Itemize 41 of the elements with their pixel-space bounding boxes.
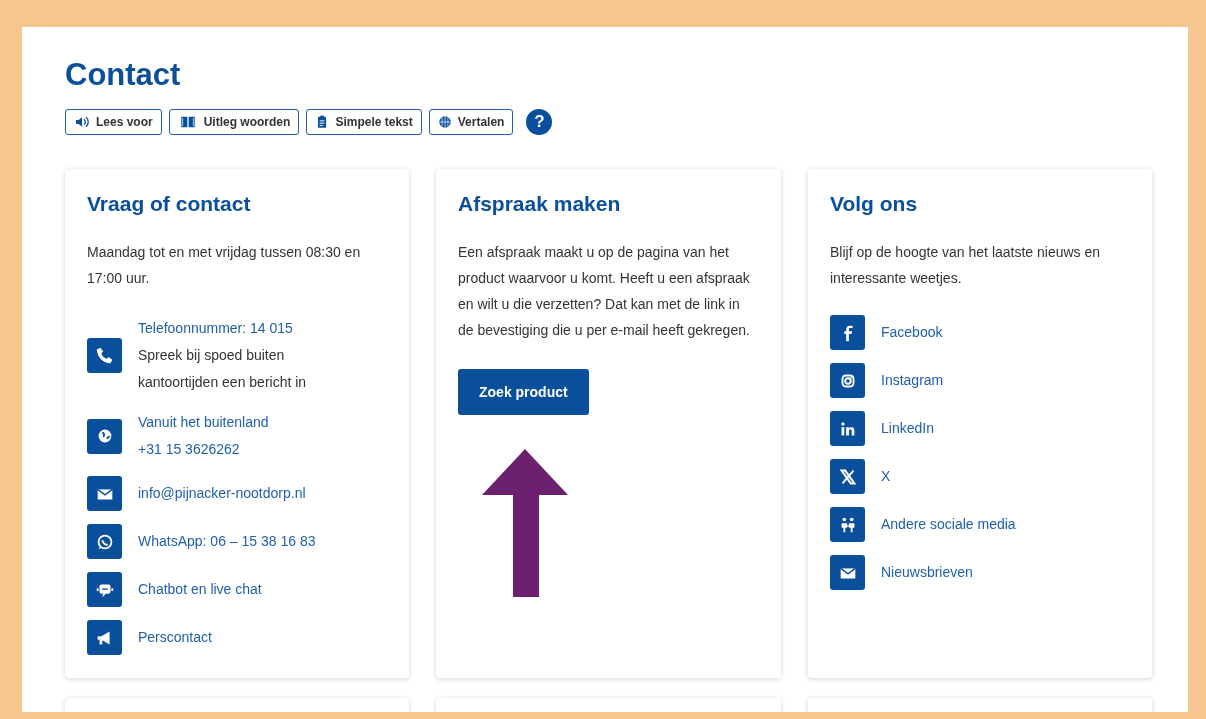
contact-link[interactable]: LinkedIn — [881, 415, 934, 442]
toolbar-button[interactable]: Uitleg woorden — [168, 109, 300, 135]
phone-icon — [87, 338, 122, 373]
card-title: Afspraak maken — [458, 191, 622, 217]
envelope-icon — [87, 476, 122, 511]
whatsapp-icon — [87, 524, 122, 559]
contact-link[interactable]: WhatsApp: 06 – 15 38 16 83 — [138, 528, 316, 555]
card-text: Een afspraak maakt u op de pagina van het product waarvoor u komt. Heeft u een afspraak en wilt u die verzetten? Dat kan met de link in de bevestiging die u per e-mail heeft gekregen. — [458, 243, 751, 340]
search-product-button[interactable]: Zoek product — [458, 369, 589, 415]
people-icon — [830, 507, 865, 542]
contact-link[interactable]: Chatbot en live chat — [138, 576, 262, 603]
contact-link[interactable]: Instagram — [881, 367, 944, 394]
contact-link[interactable]: info@pijnacker-nootdorp.nl — [138, 480, 306, 507]
card-title: Volg ons — [830, 191, 919, 217]
contact-note: Spreek bij spoed buiten kantoortijden een bericht in — [138, 346, 308, 392]
x-logo-icon — [830, 459, 865, 494]
contact-link[interactable]: X — [881, 463, 891, 490]
contact-link[interactable]: Andere sociale media — [881, 511, 1016, 538]
contact-link[interactable]: Nieuwsbrieven — [881, 559, 973, 586]
linkedin-icon — [830, 411, 865, 446]
instagram-icon — [830, 363, 865, 398]
page-title: Contact — [65, 57, 182, 93]
megaphone-icon — [87, 620, 122, 655]
contact-link[interactable]: Perscontact — [138, 624, 212, 651]
contact-link[interactable]: Telefoonnummer: 14 015 — [138, 315, 293, 342]
globe-icon — [437, 115, 452, 129]
envelope-icon — [830, 555, 865, 590]
help-button[interactable]: ? — [526, 109, 553, 135]
toolbar-button[interactable]: Simpele tekst — [306, 109, 422, 135]
card-text: Maandag tot en met vrijdag tussen 08:30 en 17:00 uur. — [87, 243, 362, 288]
contact-link[interactable]: Facebook — [881, 319, 943, 346]
contact-link[interactable]: Vanuit het buitenland — [138, 409, 269, 436]
speaker-icon — [74, 114, 90, 130]
contact-link[interactable]: +31 15 3626262 — [138, 436, 240, 463]
card-text: Blijf op de hoogte van het laatste nieuws en interessante weetjes. — [830, 243, 1102, 288]
card-title: Vraag of contact — [87, 191, 252, 217]
chat-bubble-icon — [87, 572, 122, 607]
globe-icon — [87, 418, 122, 454]
facebook-icon — [830, 315, 865, 350]
toolbar-button[interactable]: Vertalen — [428, 109, 514, 135]
toolbar-button[interactable]: Lees voor — [65, 109, 162, 135]
